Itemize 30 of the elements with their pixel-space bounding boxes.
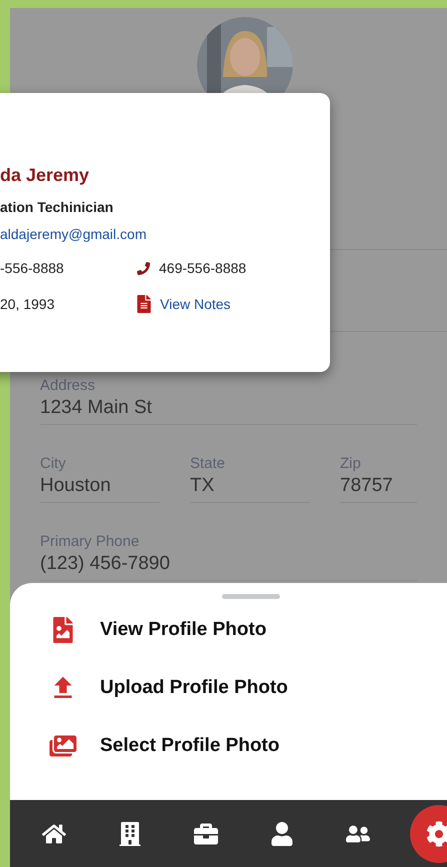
menu-item[interactable]: Select Profile Photo <box>10 733 447 759</box>
field-label: Address <box>40 376 96 396</box>
image-file-icon <box>52 617 74 643</box>
user-icon <box>270 822 294 846</box>
images-icon <box>49 734 77 758</box>
phone-icon <box>137 262 150 274</box>
home-icon <box>42 822 66 846</box>
birth-date: 20, 1993 <box>0 295 56 314</box>
job-title: ation Techinician <box>0 198 114 217</box>
email-link[interactable]: aldajeremy@gmail.com <box>0 224 330 244</box>
view-notes-link[interactable]: View Notes <box>160 294 231 314</box>
drag-handle[interactable] <box>222 594 280 599</box>
field-value: (123) 456-7890 <box>40 552 171 576</box>
building-icon <box>118 822 142 846</box>
contact-name: da Jeremy <box>0 164 90 187</box>
settings-icon <box>426 820 447 846</box>
field-value: 1234 Main St <box>40 396 153 420</box>
field-label: Zip <box>340 454 362 474</box>
briefcase-icon <box>194 822 218 846</box>
field-value: 78757 <box>340 474 394 498</box>
phone-number: -556-8888 <box>0 259 65 278</box>
field-label: Primary Phone <box>40 532 140 552</box>
field-value: TX <box>190 474 216 498</box>
document-icon <box>137 295 151 313</box>
menu-item[interactable]: Upload Profile Photo <box>10 675 447 701</box>
phone-number: 469-556-8888 <box>159 259 246 278</box>
menu-item[interactable]: View Profile Photo <box>10 617 447 643</box>
field-value: Houston <box>40 474 112 498</box>
field-label: State <box>190 454 226 474</box>
field-label: City <box>40 454 67 474</box>
